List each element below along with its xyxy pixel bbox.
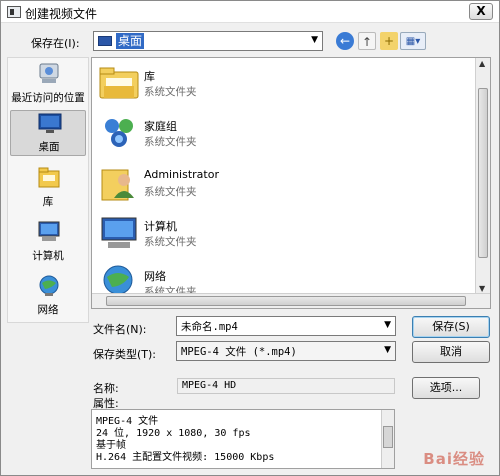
window-title: 创建视频文件: [25, 7, 98, 21]
places-bar: 最近访问的位置 桌面 库 计算机 网络: [7, 57, 89, 323]
place-recent[interactable]: 最近访问的位置: [10, 62, 86, 108]
scroll-up-icon[interactable]: ▲: [479, 59, 485, 68]
computer-icon: [101, 217, 137, 248]
file-type: 系统文件夹: [144, 86, 197, 98]
file-name: 网络: [144, 270, 166, 283]
user-folder-icon: [101, 169, 134, 201]
place-label: 库: [42, 196, 54, 208]
chevron-down-icon[interactable]: ▼: [384, 345, 391, 355]
filetype-label: 保存类型(T):: [93, 348, 157, 361]
app-icon: [7, 6, 21, 18]
format-name-value: MPEG-4 HD: [182, 380, 237, 391]
place-desktop[interactable]: 桌面: [10, 110, 86, 156]
close-button[interactable]: X: [469, 3, 493, 20]
format-name-box: MPEG-4 HD: [177, 378, 395, 394]
file-list[interactable]: 库 系统文件夹 家庭组 系统文件夹 Administrator 系统文件夹 计算…: [91, 57, 491, 309]
chevron-down-icon: ▼: [311, 35, 318, 45]
props-line: H.264 主配置文件视频: 15000 Kbps: [96, 452, 275, 463]
place-label: 网络: [37, 304, 59, 316]
filetype-value: MPEG-4 文件 (*.mp4): [181, 346, 297, 358]
new-folder-icon[interactable]: +: [380, 32, 398, 50]
props-scroll-thumb[interactable]: [383, 426, 393, 448]
location-combo[interactable]: 桌面 ▼: [93, 31, 323, 51]
desktop-icon: [98, 36, 112, 46]
vertical-scrollbar[interactable]: ▲ ▼: [475, 58, 490, 294]
save-in-label: 保存在(I):: [31, 37, 80, 50]
title-bar: 创建视频文件 X: [1, 1, 499, 23]
list-item[interactable]: 家庭组 系统文件夹: [96, 110, 396, 158]
back-arrow-icon[interactable]: ←: [336, 32, 354, 50]
scroll-down-icon[interactable]: ▼: [479, 284, 485, 293]
place-label: 桌面: [38, 141, 60, 153]
save-button[interactable]: 保存(S): [412, 316, 490, 338]
file-name: 库: [144, 70, 155, 83]
options-button[interactable]: 选项...: [412, 377, 480, 399]
horizontal-scrollbar[interactable]: [92, 293, 490, 308]
watermark: Bai经验: [423, 450, 485, 468]
file-type: 系统文件夹: [144, 186, 197, 198]
filename-label: 文件名(N):: [93, 323, 147, 336]
cancel-button[interactable]: 取消: [412, 341, 490, 363]
filename-input[interactable]: 未命名.mp4 ▼: [176, 316, 396, 336]
file-name: 计算机: [144, 220, 177, 233]
filename-value: 未命名.mp4: [181, 321, 238, 333]
libraries-folder-icon: [99, 67, 139, 99]
file-type: 系统文件夹: [144, 136, 197, 148]
save-dialog: 创建视频文件 X 保存在(I): 桌面 ▼ ← ↑ + ▦▾ 最近访问的位置 桌…: [0, 0, 500, 476]
desktop-icon: [38, 113, 62, 133]
list-item[interactable]: Administrator 系统文件夹: [96, 160, 396, 208]
properties-box: MPEG-4 文件 24 位, 1920 x 1080, 30 fps 基于帧 …: [91, 409, 395, 469]
computer-icon: [38, 221, 60, 241]
place-computer[interactable]: 计算机: [10, 220, 86, 266]
place-label: 计算机: [32, 250, 64, 262]
network-icon: [39, 275, 59, 296]
file-type: 系统文件夹: [144, 236, 197, 248]
hscroll-thumb[interactable]: [106, 296, 466, 306]
view-menu-icon[interactable]: ▦▾: [400, 32, 426, 50]
libraries-icon: [38, 167, 60, 188]
location-value: 桌面: [116, 33, 145, 49]
homegroup-icon: [105, 119, 133, 147]
up-folder-icon[interactable]: ↑: [358, 32, 376, 50]
name-label: 名称:: [93, 382, 119, 395]
place-libraries[interactable]: 库: [10, 166, 86, 212]
props-scrollbar[interactable]: [381, 410, 394, 468]
filetype-select[interactable]: MPEG-4 文件 (*.mp4) ▼: [176, 341, 396, 361]
place-label: 最近访问的位置: [11, 92, 85, 104]
list-item[interactable]: 计算机 系统文件夹: [96, 210, 396, 258]
chevron-down-icon[interactable]: ▼: [384, 320, 391, 330]
place-network[interactable]: 网络: [10, 274, 86, 320]
file-name: Administrator: [144, 168, 219, 181]
file-name: 家庭组: [144, 120, 177, 133]
list-item[interactable]: 库 系统文件夹: [96, 60, 396, 108]
scroll-thumb[interactable]: [478, 88, 488, 258]
recent-places-icon: [39, 63, 59, 83]
